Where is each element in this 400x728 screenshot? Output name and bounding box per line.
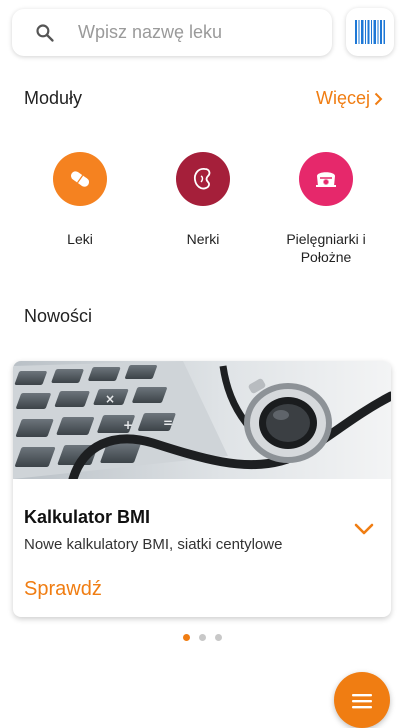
module-nerki-circle bbox=[176, 152, 230, 206]
pager-dot[interactable] bbox=[199, 634, 206, 641]
chevron-right-icon bbox=[374, 92, 383, 105]
card-title: Kalkulator BMI bbox=[24, 507, 151, 527]
card-check-button[interactable]: Sprawdź bbox=[24, 578, 102, 601]
nurse-cap-icon bbox=[316, 172, 336, 187]
module-pielegniarki[interactable]: Pielęgniarki i Położne bbox=[266, 152, 386, 266]
search-bar[interactable] bbox=[12, 9, 332, 56]
modules-title: Moduły bbox=[24, 88, 83, 108]
news-card[interactable]: × + = Kalkulator BMI Nowe kalkulatory BM… bbox=[13, 361, 391, 617]
svg-text:+: + bbox=[123, 418, 133, 432]
menu-fab-button[interactable] bbox=[334, 672, 390, 728]
more-modules-label: Więcej bbox=[315, 88, 370, 108]
kidney-icon bbox=[193, 168, 211, 190]
menu-icon bbox=[352, 694, 372, 709]
module-pielegniarki-label: Pielęgniarki i Położne bbox=[286, 231, 366, 265]
search-icon bbox=[36, 24, 54, 42]
module-pielegniarki-circle bbox=[299, 152, 353, 206]
module-nerki[interactable]: Nerki bbox=[143, 152, 263, 248]
module-nerki-label: Nerki bbox=[186, 231, 220, 247]
module-leki-circle bbox=[53, 152, 107, 206]
card-subtitle: Nowe kalkulatory BMI, siatki centylowe bbox=[24, 536, 283, 553]
calculator-stethoscope-photo: × + = bbox=[13, 361, 391, 479]
barcode-icon bbox=[355, 20, 385, 44]
chevron-down-icon[interactable] bbox=[353, 521, 375, 537]
pager-dot[interactable] bbox=[183, 634, 190, 641]
module-leki-label: Leki bbox=[67, 231, 93, 247]
barcode-scan-button[interactable] bbox=[346, 8, 394, 56]
pager-dot[interactable] bbox=[215, 634, 222, 641]
news-title: Nowości bbox=[24, 306, 93, 326]
more-modules-link[interactable]: Więcej bbox=[316, 88, 383, 109]
svg-text:×: × bbox=[105, 392, 115, 406]
module-leki[interactable]: Leki bbox=[20, 152, 140, 248]
carousel-pager bbox=[183, 634, 222, 641]
search-input[interactable] bbox=[78, 19, 318, 45]
pill-icon bbox=[70, 171, 90, 187]
svg-text:=: = bbox=[163, 416, 173, 430]
